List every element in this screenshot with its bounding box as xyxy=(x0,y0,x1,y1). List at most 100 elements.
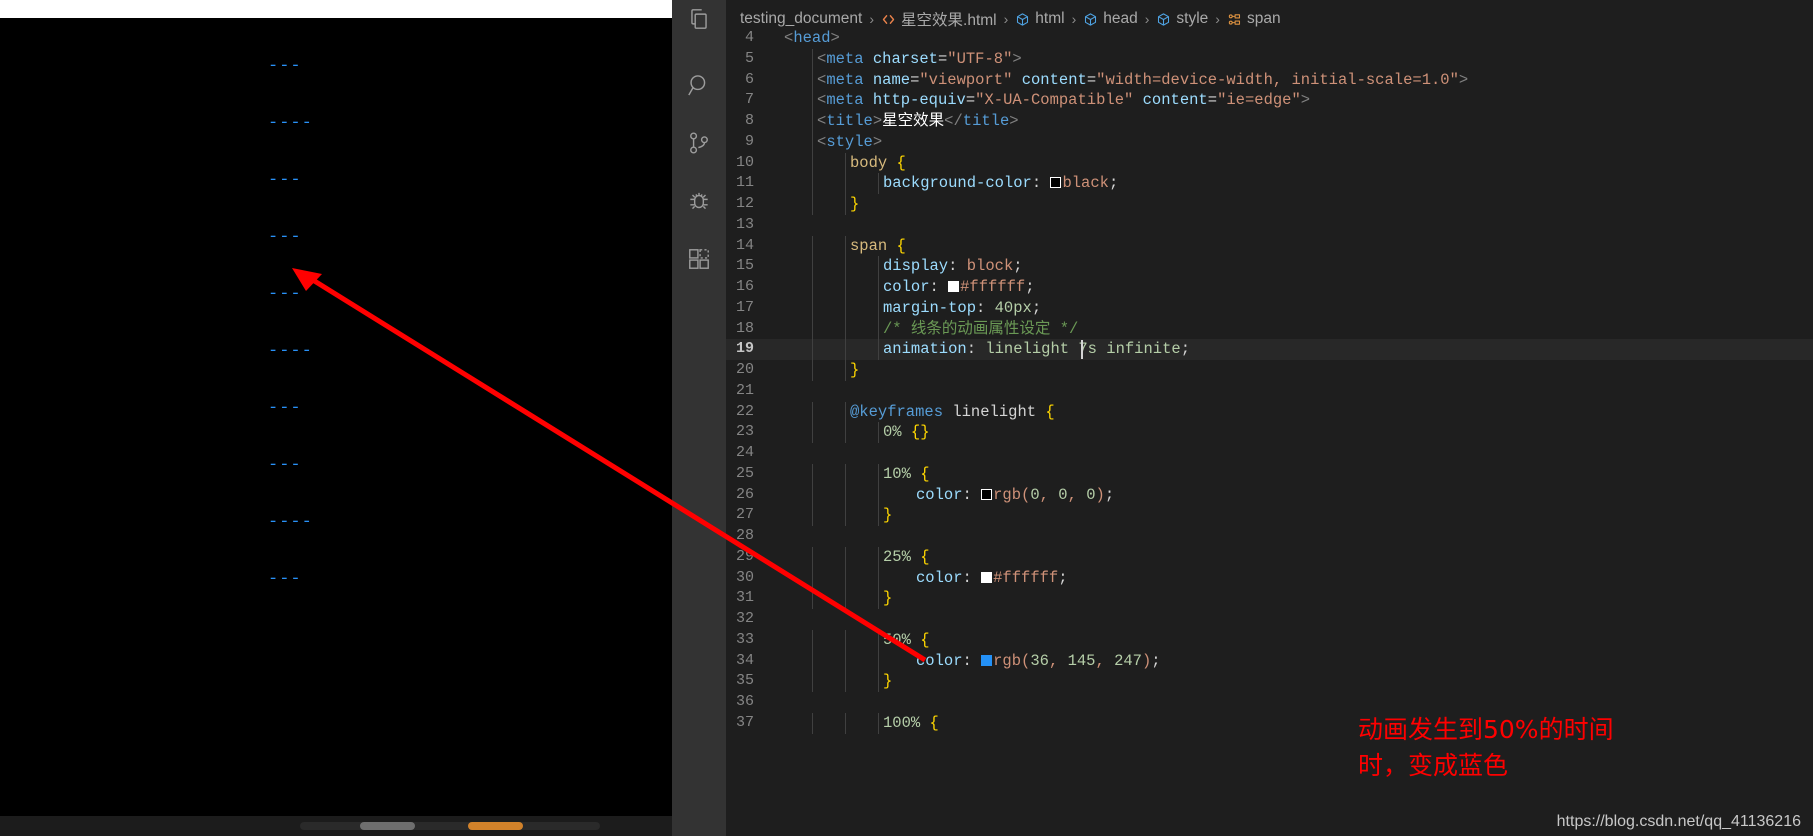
code-token: rgb( xyxy=(993,651,1031,670)
code-token: 36 xyxy=(1030,651,1049,670)
code-editor[interactable]: 4 <head> 5 <meta charset="UTF-8"> 6 <meta nam… xyxy=(726,28,1813,836)
code-line[interactable]: 14 span { xyxy=(726,235,1813,257)
line-number: 26 xyxy=(735,485,754,503)
code-line[interactable]: 35} xyxy=(726,671,1813,692)
code-line[interactable]: 12} xyxy=(726,194,1813,215)
code-line[interactable]: 34 color: rgb(36, 145, 247); xyxy=(726,650,1813,672)
preview-scrollbar-thumb[interactable] xyxy=(360,822,415,830)
code-line[interactable]: 23 0% {} xyxy=(726,422,1813,443)
code-line[interactable]: 10 body { xyxy=(726,152,1813,174)
code-line[interactable]: 21 xyxy=(726,381,1813,402)
breadcrumb-item-4[interactable]: head xyxy=(1083,10,1138,28)
breadcrumb-item-6[interactable]: span xyxy=(1227,10,1281,28)
breadcrumb-item-3[interactable]: html xyxy=(1015,10,1065,28)
code-line[interactable]: 33 50% { xyxy=(726,629,1813,651)
text-cursor xyxy=(1081,340,1083,360)
code-line[interactable]: 16 color: #ffffff; xyxy=(726,277,1813,298)
code-line[interactable]: 20} xyxy=(726,360,1813,381)
indent-guide xyxy=(878,671,879,692)
line-number: 24 xyxy=(735,444,754,461)
code-token: @keyframes xyxy=(850,402,944,421)
code-token: > xyxy=(1009,112,1019,130)
code-token: < xyxy=(784,29,794,47)
code-line[interactable]: 22 @keyframes linelight { xyxy=(726,401,1813,423)
color-swatch xyxy=(948,281,960,292)
indent-guide xyxy=(878,588,879,609)
code-line[interactable]: 5 <meta charset="UTF-8"> xyxy=(726,48,1813,70)
code-token: 247 xyxy=(1114,651,1142,670)
code-line[interactable]: 30 color: #ffffff; xyxy=(726,567,1813,589)
code-line[interactable]: 29 25% { xyxy=(726,546,1813,568)
code-line[interactable]: 26 color: rgb(0, 0, 0); xyxy=(726,484,1813,506)
breadcrumb-item-label: 星空效果.html xyxy=(901,12,997,29)
indent-guide xyxy=(845,484,846,506)
indent-guide xyxy=(845,650,846,672)
code-line[interactable]: 27} xyxy=(726,505,1813,526)
breadcrumb-item-label: style xyxy=(1176,10,1209,27)
code-line[interactable]: 32 xyxy=(726,609,1813,630)
line-number: 34 xyxy=(735,651,754,669)
source-control-icon[interactable] xyxy=(672,116,726,170)
indent-guide xyxy=(845,463,846,485)
code-token: = xyxy=(937,49,948,68)
code-token: } xyxy=(883,589,893,608)
explorer-icon[interactable] xyxy=(672,0,726,46)
preview-line: ---- xyxy=(268,513,313,532)
code-line-active[interactable]: 19 animation: linelight 7s infinite; xyxy=(726,339,1813,360)
code-line[interactable]: 15 display: block; xyxy=(726,256,1813,277)
code-line-content: } xyxy=(780,505,892,526)
line-number: 16 xyxy=(735,278,754,295)
code-token: meta xyxy=(826,91,864,110)
code-line[interactable]: 11 background-color: black; xyxy=(726,173,1813,194)
search-icon[interactable] xyxy=(672,58,726,112)
code-line-content: span { xyxy=(780,236,906,257)
code-line[interactable]: 6 <meta name="viewport" content="width=de… xyxy=(726,69,1813,91)
line-number: 13 xyxy=(735,215,754,233)
extensions-icon[interactable] xyxy=(672,232,726,286)
indent-guide xyxy=(878,173,879,194)
line-number: 20 xyxy=(735,361,754,378)
indent-guide xyxy=(878,505,879,526)
code-line[interactable]: 31} xyxy=(726,588,1813,609)
preview-line: --- xyxy=(268,456,302,475)
code-token: > xyxy=(872,112,883,130)
code-line[interactable]: 7 <meta http-equiv="X-UA-Compatible" cont… xyxy=(726,90,1813,111)
breadcrumb-item-5[interactable]: style xyxy=(1156,10,1208,28)
code-line[interactable]: 18 /* 线条的动画属性设定 */ xyxy=(726,318,1813,340)
breadcrumb-item-1[interactable]: testing_document xyxy=(740,10,862,28)
breadcrumb-item-2[interactable]: 星空效果.html xyxy=(881,8,997,30)
preview-scrollbar-thumb-highlight[interactable] xyxy=(468,822,523,830)
code-line-content: display: block; xyxy=(780,256,1023,277)
code-line[interactable]: 9 <style> xyxy=(726,131,1813,153)
code-line[interactable]: 4 <head> xyxy=(726,28,1813,49)
code-line[interactable]: 13 xyxy=(726,215,1813,236)
code-token: http-equiv xyxy=(872,91,966,110)
indent-guide xyxy=(812,111,813,132)
code-line[interactable]: 17 margin-top: 40px; xyxy=(726,297,1813,319)
indent-guide xyxy=(845,194,846,215)
code-line[interactable]: 24 xyxy=(726,443,1813,464)
indent-guide xyxy=(812,629,813,651)
code-line[interactable]: 36 xyxy=(726,692,1813,713)
run-debug-icon[interactable] xyxy=(672,174,726,228)
code-token: margin-top xyxy=(883,298,977,317)
indent-guide xyxy=(812,463,813,485)
code-line[interactable]: 37 100% { xyxy=(726,712,1813,734)
indent-guide xyxy=(812,152,813,174)
code-token: ; xyxy=(1104,485,1115,504)
code-line[interactable]: 25 10% { xyxy=(726,463,1813,485)
code-token: name xyxy=(872,70,911,89)
code-line-content: 100% { xyxy=(780,713,939,734)
indent-guide xyxy=(812,69,813,91)
code-token: 100% xyxy=(883,713,921,732)
code-line-content: <title>星空效果</title> xyxy=(780,111,1019,132)
code-line[interactable]: 8 <title>星空效果</title> xyxy=(726,111,1813,132)
code-token: </ xyxy=(944,112,963,130)
preview-line: --- xyxy=(268,285,302,304)
preview-scrollbar-track[interactable] xyxy=(300,822,600,830)
code-line[interactable]: 28 xyxy=(726,526,1813,547)
